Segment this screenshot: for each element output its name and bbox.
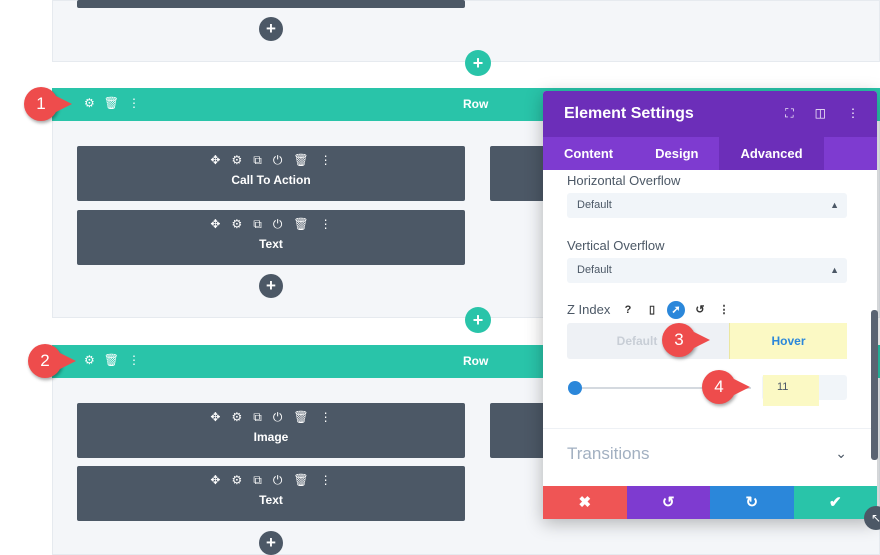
chevron-down-icon[interactable]: ⌄ xyxy=(835,445,847,462)
duplicate-icon[interactable]: ⧉ xyxy=(253,474,262,487)
module-column-2-partial[interactable] xyxy=(490,146,550,201)
horizontal-overflow-label: Horizontal Overflow xyxy=(567,173,681,188)
gear-icon[interactable]: ⚙ xyxy=(231,218,242,231)
cancel-button[interactable]: ✖ xyxy=(543,486,627,519)
gear-icon[interactable]: ⚙ xyxy=(231,154,242,167)
module-call-to-action[interactable]: ✥ ⚙ ⧉ ⏻ 🗑 ⋮ Call To Action xyxy=(77,146,465,201)
select-value: Default xyxy=(577,199,612,211)
z-index-options: ? ▯ ➚ ↺ ⋮ xyxy=(619,301,733,319)
gear-icon[interactable]: ⚙ xyxy=(84,96,95,110)
duplicate-icon[interactable]: ⧉ xyxy=(253,411,262,424)
move-icon[interactable]: ✥ xyxy=(210,411,220,424)
more-icon[interactable]: ⋮ xyxy=(320,411,332,424)
more-icon[interactable]: ⋮ xyxy=(128,353,140,367)
trash-icon[interactable]: 🗑 xyxy=(293,474,308,487)
module-label: Text xyxy=(259,237,283,251)
phone-icon[interactable]: ▯ xyxy=(643,301,661,319)
module-text[interactable]: ✥ ⚙ ⧉ ⏻ 🗑 ⋮ Text xyxy=(77,210,465,265)
trash-icon[interactable]: 🗑 xyxy=(104,96,119,110)
add-row-button[interactable]: + xyxy=(465,50,491,76)
redo-button[interactable]: ↻ xyxy=(710,486,794,519)
z-index-label: Z Index xyxy=(567,302,611,317)
gear-icon[interactable]: ⚙ xyxy=(231,474,242,487)
duplicate-icon[interactable]: ⧉ xyxy=(253,218,262,231)
module-toolbar: ✥ ⚙ ⧉ ⏻ 🗑 ⋮ xyxy=(77,411,465,424)
more-icon[interactable]: ⋮ xyxy=(128,96,140,110)
z-index-slider-knob[interactable] xyxy=(568,381,582,395)
section-top xyxy=(52,0,880,62)
module-label: Text xyxy=(259,493,283,507)
step-marker-2: 2 xyxy=(28,344,76,378)
add-module-button[interactable]: + xyxy=(259,274,283,298)
step-marker-3: 3 xyxy=(662,323,710,357)
panel-scrollbar[interactable] xyxy=(871,310,878,460)
module-toolbar: ✥ ⚙ ⧉ ⏻ 🗑 ⋮ xyxy=(77,154,465,167)
split-view-icon[interactable]: ◫ xyxy=(815,106,826,121)
more-icon[interactable]: ⋮ xyxy=(320,154,332,167)
power-icon[interactable]: ⏻ xyxy=(273,218,283,231)
undo-button[interactable]: ↺ xyxy=(626,486,710,519)
more-icon[interactable]: ⋮ xyxy=(715,301,733,319)
module-label: Image xyxy=(253,430,289,444)
panel-header: Element Settings ⛶ ◫ ⋮ xyxy=(543,91,877,137)
canvas-left-strip xyxy=(0,0,26,555)
gear-icon[interactable]: ⚙ xyxy=(84,353,95,367)
panel-footer: ✖ ↺ ↻ ✔ xyxy=(543,486,877,519)
divider xyxy=(543,428,877,429)
step-marker-1: 1 xyxy=(24,87,72,121)
vertical-overflow-select[interactable]: Default ▲ xyxy=(567,258,847,283)
select-value: Default xyxy=(577,264,612,276)
move-icon[interactable]: ✥ xyxy=(210,474,220,487)
vertical-overflow-label: Vertical Overflow xyxy=(567,238,665,253)
expand-icon[interactable]: ⛶ xyxy=(785,106,793,121)
select-caret-icon: ▲ xyxy=(830,265,839,275)
tab-design[interactable]: Design xyxy=(634,137,719,170)
row-label: Row xyxy=(463,97,489,111)
trash-icon[interactable]: 🗑 xyxy=(104,353,119,367)
horizontal-overflow-select[interactable]: Default ▲ xyxy=(567,193,847,218)
move-icon[interactable]: ✥ xyxy=(210,218,220,231)
row-toolbar: ⚙ 🗑 ⋮ xyxy=(84,96,140,110)
add-module-button[interactable]: + xyxy=(259,17,283,41)
module-text[interactable]: ✥ ⚙ ⧉ ⏻ 🗑 ⋮ Text xyxy=(77,466,465,521)
reset-icon[interactable]: ↺ xyxy=(691,301,709,319)
trash-icon[interactable]: 🗑 xyxy=(293,154,308,167)
z-index-value[interactable]: 11 xyxy=(763,375,819,406)
move-icon[interactable]: ✥ xyxy=(210,154,220,167)
module-label: Call To Action xyxy=(231,173,311,187)
power-icon[interactable]: ⏻ xyxy=(273,154,283,167)
panel-tabs: Content Design Advanced xyxy=(543,137,877,170)
module-top-partial[interactable] xyxy=(77,0,465,8)
trash-icon[interactable]: 🗑 xyxy=(293,411,308,424)
module-toolbar: ✥ ⚙ ⧉ ⏻ 🗑 ⋮ xyxy=(77,474,465,487)
module-toolbar: ✥ ⚙ ⧉ ⏻ 🗑 ⋮ xyxy=(77,218,465,231)
step-marker-4: 4 xyxy=(702,370,750,404)
duplicate-icon[interactable]: ⧉ xyxy=(253,154,262,167)
tab-advanced[interactable]: Advanced xyxy=(719,137,824,170)
row-label: Row xyxy=(463,354,489,368)
transitions-heading[interactable]: Transitions xyxy=(567,444,650,464)
gear-icon[interactable]: ⚙ xyxy=(231,411,242,424)
more-icon[interactable]: ⋮ xyxy=(320,218,332,231)
module-image[interactable]: ✥ ⚙ ⧉ ⏻ 🗑 ⋮ Image xyxy=(77,403,465,458)
panel-title: Element Settings xyxy=(564,105,694,122)
help-icon[interactable]: ? xyxy=(619,301,637,319)
panel-header-toolbar: ⛶ ◫ ⋮ xyxy=(785,106,859,121)
power-icon[interactable]: ⏻ xyxy=(273,411,283,424)
module-column-2-partial[interactable] xyxy=(490,403,550,458)
add-module-button[interactable]: + xyxy=(259,531,283,555)
select-caret-icon: ▲ xyxy=(830,200,839,210)
tab-content[interactable]: Content xyxy=(543,137,634,170)
element-settings-panel: Element Settings ⛶ ◫ ⋮ Content Design Ad… xyxy=(543,91,877,519)
toggle-hover[interactable]: Hover xyxy=(729,323,847,359)
more-icon[interactable]: ⋮ xyxy=(847,106,859,121)
cursor-hover-icon[interactable]: ➚ xyxy=(667,301,685,319)
add-row-button[interactable]: + xyxy=(465,307,491,333)
power-icon[interactable]: ⏻ xyxy=(273,474,283,487)
more-icon[interactable]: ⋮ xyxy=(320,474,332,487)
row-toolbar: ⚙ 🗑 ⋮ xyxy=(84,353,140,367)
trash-icon[interactable]: 🗑 xyxy=(293,218,308,231)
